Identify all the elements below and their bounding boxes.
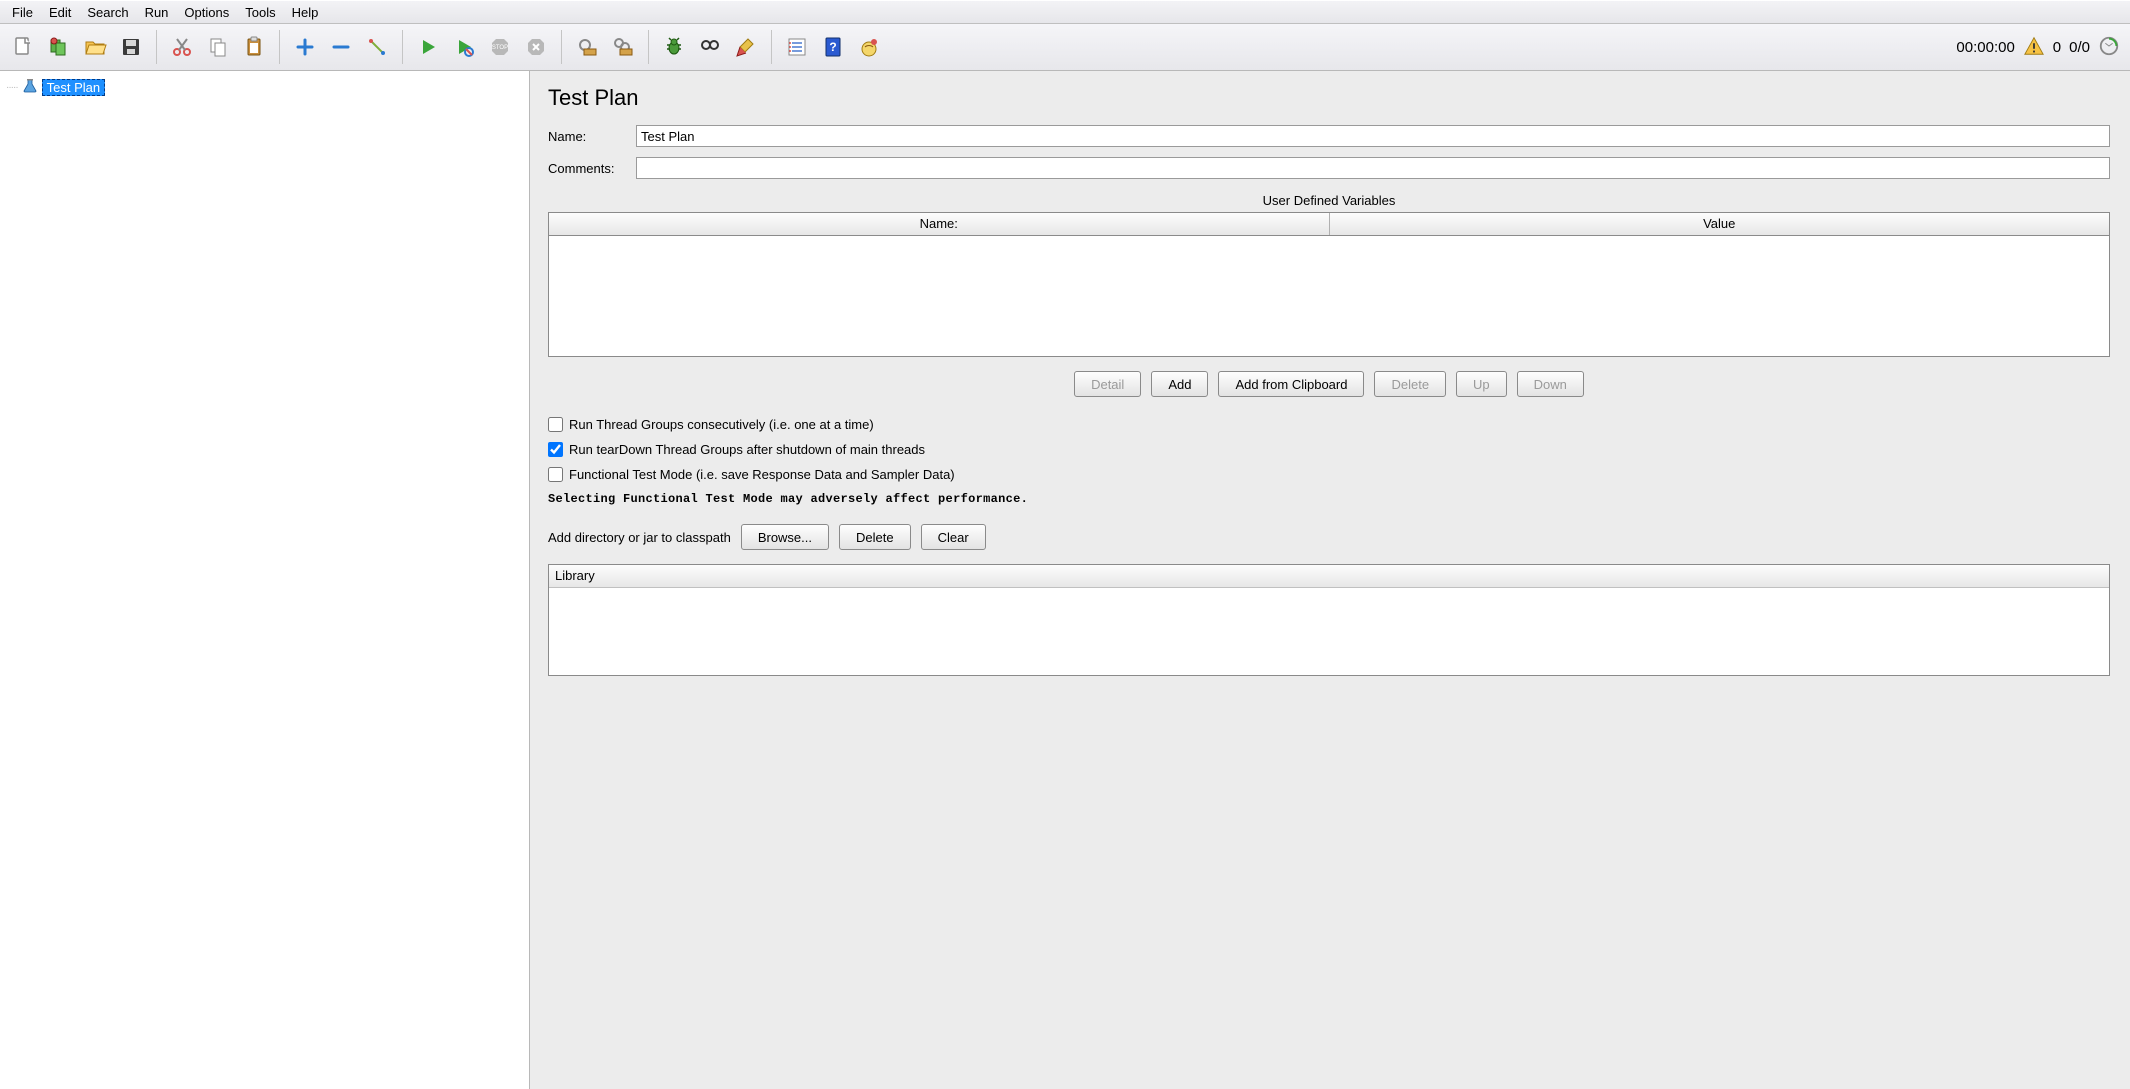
comments-input[interactable] [636, 157, 2110, 179]
add-from-clipboard-button[interactable]: Add from Clipboard [1218, 371, 1364, 397]
debug-icon[interactable] [657, 30, 691, 64]
teardown-checkbox[interactable] [548, 442, 563, 457]
toggle-icon[interactable] [360, 30, 394, 64]
shutdown-icon[interactable] [519, 30, 553, 64]
library-header: Library [549, 565, 2109, 588]
warning-count: 0 [2053, 39, 2061, 56]
minus-icon[interactable] [324, 30, 358, 64]
clear-all-icon[interactable] [606, 30, 640, 64]
svg-text:?: ? [829, 40, 836, 54]
cut-icon[interactable] [165, 30, 199, 64]
vars-table[interactable]: Name: Value [548, 212, 2110, 357]
performance-note: Selecting Functional Test Mode may adver… [548, 492, 2110, 506]
main-content: ····· Test Plan Test Plan Name: Comments… [0, 71, 2130, 1089]
start-icon[interactable] [411, 30, 445, 64]
broom-icon[interactable] [729, 30, 763, 64]
menu-file[interactable]: File [4, 3, 41, 22]
templates-icon[interactable] [42, 30, 76, 64]
clear-button[interactable]: Clear [921, 524, 986, 550]
threads-gauge-icon[interactable] [2098, 35, 2120, 60]
whats-this-icon[interactable] [852, 30, 886, 64]
library-list[interactable]: Library [548, 564, 2110, 676]
tree-root-node[interactable]: ····· Test Plan [4, 77, 525, 97]
toolbar: STOP ? 00:00:00 0 0/0 [0, 24, 2130, 71]
down-button[interactable]: Down [1517, 371, 1584, 397]
up-button[interactable]: Up [1456, 371, 1507, 397]
menu-tools[interactable]: Tools [237, 3, 283, 22]
vars-col-name[interactable]: Name: [549, 213, 1330, 235]
name-label: Name: [548, 129, 636, 144]
flask-icon [22, 78, 38, 97]
menu-edit[interactable]: Edit [41, 3, 79, 22]
classpath-label: Add directory or jar to classpath [548, 530, 731, 545]
name-input[interactable] [636, 125, 2110, 147]
teardown-label: Run tearDown Thread Groups after shutdow… [569, 442, 925, 457]
tree-connector: ····· [6, 82, 18, 93]
consecutive-checkbox[interactable] [548, 417, 563, 432]
vars-section-title: User Defined Variables [548, 193, 2110, 208]
browse-button[interactable]: Browse... [741, 524, 829, 550]
help-icon[interactable]: ? [816, 30, 850, 64]
menu-options[interactable]: Options [176, 3, 237, 22]
detail-button[interactable]: Detail [1074, 371, 1141, 397]
functional-checkbox[interactable] [548, 467, 563, 482]
menu-bar: File Edit Search Run Options Tools Help [0, 0, 2130, 24]
delete-button[interactable]: Delete [1374, 371, 1446, 397]
clear-icon[interactable] [570, 30, 604, 64]
svg-text:STOP: STOP [492, 45, 508, 51]
thread-count: 0/0 [2069, 39, 2090, 56]
search-tool-icon[interactable] [693, 30, 727, 64]
paste-icon[interactable] [237, 30, 271, 64]
vars-button-row: Detail Add Add from Clipboard Delete Up … [548, 371, 2110, 397]
menu-help[interactable]: Help [284, 3, 327, 22]
plus-icon[interactable] [288, 30, 322, 64]
save-icon[interactable] [114, 30, 148, 64]
consecutive-label: Run Thread Groups consecutively (i.e. on… [569, 417, 874, 432]
open-icon[interactable] [78, 30, 112, 64]
classpath-delete-button[interactable]: Delete [839, 524, 911, 550]
elapsed-time: 00:00:00 [1956, 39, 2014, 56]
panel-title: Test Plan [548, 85, 2110, 111]
menu-run[interactable]: Run [137, 3, 177, 22]
warning-icon[interactable] [2023, 35, 2045, 60]
vars-col-value[interactable]: Value [1330, 213, 2110, 235]
new-file-icon[interactable] [6, 30, 40, 64]
test-plan-tree[interactable]: ····· Test Plan [0, 71, 530, 1089]
start-no-pause-icon[interactable] [447, 30, 481, 64]
function-helper-icon[interactable] [780, 30, 814, 64]
comments-label: Comments: [548, 161, 636, 176]
stop-icon[interactable]: STOP [483, 30, 517, 64]
add-button[interactable]: Add [1151, 371, 1208, 397]
editor-panel: Test Plan Name: Comments: User Defined V… [530, 71, 2130, 1089]
functional-label: Functional Test Mode (i.e. save Response… [569, 467, 955, 482]
tree-root-label[interactable]: Test Plan [42, 79, 105, 96]
menu-search[interactable]: Search [79, 3, 136, 22]
copy-icon[interactable] [201, 30, 235, 64]
